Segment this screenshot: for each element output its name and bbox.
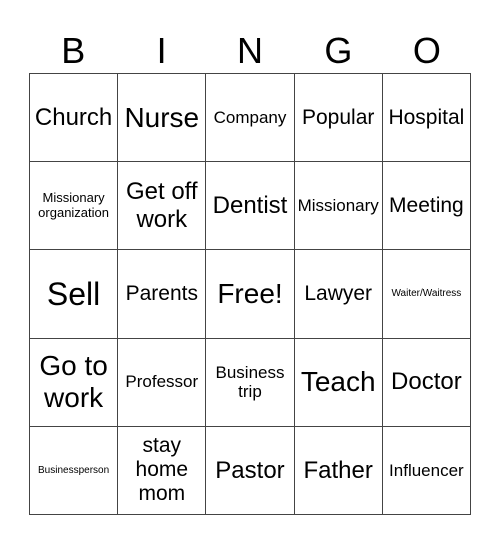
header-letter-n: N [237, 30, 264, 71]
bingo-cell[interactable]: Free! [206, 250, 295, 339]
bingo-cell[interactable]: Father [294, 426, 383, 515]
bingo-cell[interactable]: Professor [118, 338, 207, 427]
bingo-header: B I N G O [29, 28, 471, 74]
bingo-cell[interactable]: Business trip [206, 338, 295, 427]
bingo-cell[interactable]: Popular [294, 74, 383, 163]
bingo-cell[interactable]: Parents [118, 250, 207, 339]
header-letter-o: O [412, 30, 441, 71]
bingo-cell[interactable]: Teach [294, 338, 383, 427]
header-letter-b: B [61, 30, 86, 71]
bingo-cell[interactable]: stay home mom [118, 426, 207, 515]
bingo-cell[interactable]: Go to work [30, 338, 119, 427]
bingo-cell[interactable]: Get off work [118, 162, 207, 251]
bingo-cell[interactable]: Lawyer [294, 250, 383, 339]
header-letter-g: G [324, 30, 353, 71]
bingo-cell[interactable]: Doctor [382, 338, 471, 427]
header-letter-i: I [156, 30, 167, 71]
bingo-cell[interactable]: Waiter/Waitress [382, 250, 471, 339]
bingo-cell[interactable]: Church [30, 74, 119, 163]
bingo-cell[interactable]: Pastor [206, 426, 295, 515]
bingo-cell[interactable]: Sell [30, 250, 119, 339]
bingo-grid: Church Nurse Company Popular Hospital Mission… [29, 73, 471, 515]
bingo-cell[interactable]: Company [206, 74, 295, 163]
bingo-cell[interactable]: Nurse [118, 74, 207, 163]
bingo-cell[interactable]: Missionary organization [30, 162, 119, 251]
bingo-cell[interactable]: Meeting [382, 162, 471, 251]
bingo-cell[interactable]: Missionary [294, 162, 383, 251]
bingo-cell[interactable]: Businessperson [30, 426, 119, 515]
bingo-cell[interactable]: Dentist [206, 162, 295, 251]
bingo-cell[interactable]: Influencer [382, 426, 471, 515]
bingo-cell[interactable]: Hospital [382, 74, 471, 163]
